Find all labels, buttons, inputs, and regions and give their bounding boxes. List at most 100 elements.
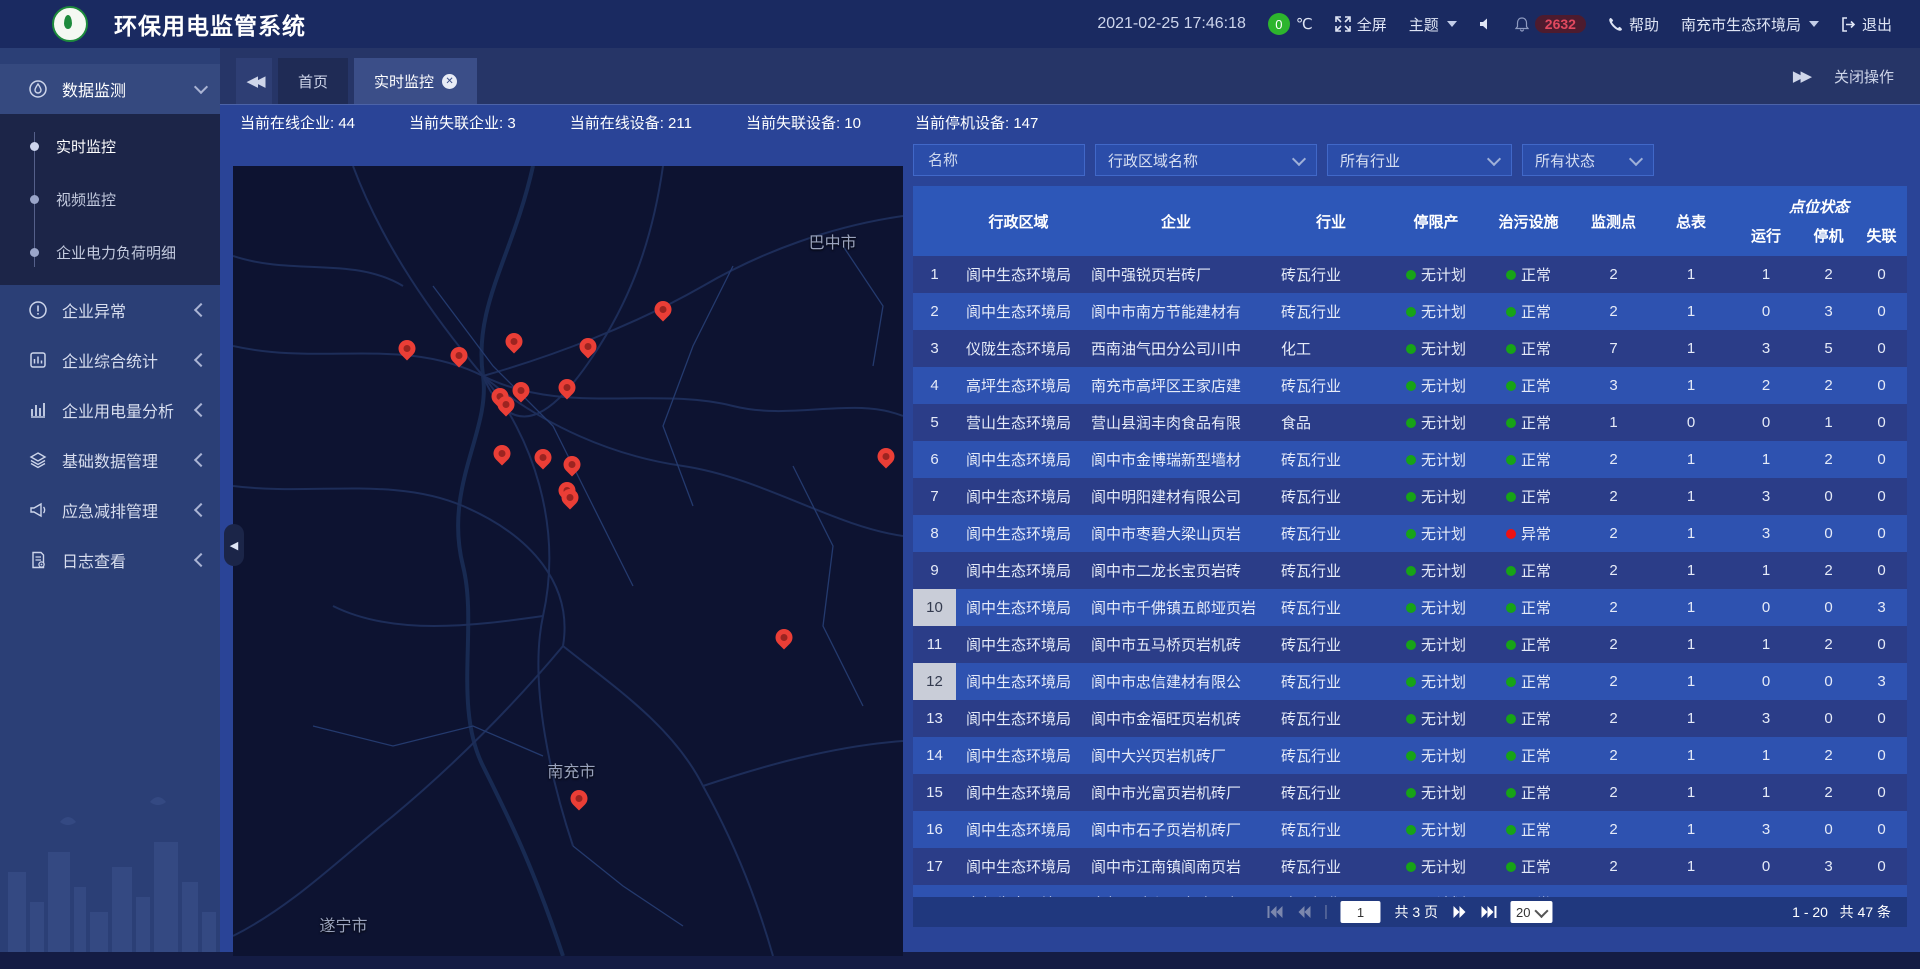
cell-industry: 砖瓦行业 [1271,782,1391,803]
table-row[interactable]: 18南部生态环境局南部县建兴页岩砖厂有砖瓦行业无计划正常21030 [913,885,1907,897]
region-filter-select[interactable]: 行政区域名称 [1095,144,1317,176]
table-row[interactable]: 7阆中生态环境局阆中明阳建材有限公司砖瓦行业无计划正常21300 [913,478,1907,515]
table-row[interactable]: 17阆中生态环境局阆中市江南镇阆南页岩砖瓦行业无计划正常21030 [913,848,1907,885]
first-page-button[interactable] [1267,906,1283,918]
help-button[interactable]: 帮助 [1608,14,1659,35]
table-row[interactable]: 1阆中生态环境局阆中强锐页岩砖厂砖瓦行业无计划正常21120 [913,256,1907,293]
submenu-item-实时监控[interactable]: 实时监控 [0,120,220,173]
table-row[interactable]: 10阆中生态环境局阆中市千佛镇五郎垭页岩砖瓦行业无计划正常21003 [913,589,1907,626]
page-number-input[interactable] [1340,901,1380,923]
map-pin-icon[interactable] [580,338,597,355]
cell-index: 3 [913,340,956,357]
map-pin-icon[interactable] [535,449,552,466]
table-row[interactable]: 2阆中生态环境局阆中市南方节能建材有砖瓦行业无计划正常21030 [913,293,1907,330]
table-row[interactable]: 9阆中生态环境局阆中市二龙长宝页岩砖砖瓦行业无计划正常21120 [913,552,1907,589]
map-collapse-button[interactable]: ◀ [224,524,244,566]
cell-region: 阆中生态环境局 [956,449,1081,470]
cell-index: 11 [913,636,956,653]
cell-running: 3 [1731,710,1801,727]
page-size-select[interactable]: 20 [1510,901,1552,923]
map-pin-icon[interactable] [562,489,579,506]
map-pin-icon[interactable] [451,347,468,364]
prev-page-button[interactable] [1297,906,1311,918]
cell-facility-status: 正常 [1481,264,1576,285]
tab-close-icon[interactable]: ✕ [442,74,457,89]
cell-region: 阆中生态环境局 [956,782,1081,803]
last-page-button[interactable] [1480,906,1496,918]
cell-total-meters: 1 [1651,377,1731,394]
fullscreen-button[interactable]: 全屏 [1335,14,1387,35]
theme-dropdown[interactable]: 主题 [1409,14,1457,35]
cell-stopped: 2 [1801,747,1856,764]
tab-scroll-right-button[interactable]: ▶▶ [1793,67,1808,85]
cell-industry: 砖瓦行业 [1271,856,1391,877]
temperature: 0 ℃ [1268,13,1313,35]
table-row[interactable]: 13阆中生态环境局阆中市金福旺页岩机砖砖瓦行业无计划正常21300 [913,700,1907,737]
cell-company: 阆中市金博瑞新型墙材 [1081,449,1271,470]
org-dropdown[interactable]: 南充市生态环境局 [1681,14,1819,35]
sidebar-menu: 数据监测 实时监控 视频监控 企业电力负荷明细 企业异常 企业综合统计 [0,48,220,585]
map-pin-icon[interactable] [494,445,511,462]
cell-monitor-points: 2 [1576,599,1651,616]
cell-running: 0 [1731,414,1801,431]
industry-filter-select[interactable]: 所有行业 [1327,144,1512,176]
map-city-label: 南充市 [547,758,595,782]
cell-index: 6 [913,451,956,468]
table-row[interactable]: 3仪陇生态环境局西南油气田分公司川中化工无计划正常71350 [913,330,1907,367]
table-row[interactable]: 15阆中生态环境局阆中市光富页岩机砖厂砖瓦行业无计划正常21120 [913,774,1907,811]
table-row[interactable]: 6阆中生态环境局阆中市金博瑞新型墙材砖瓦行业无计划正常21120 [913,441,1907,478]
map-pin-icon[interactable] [513,382,530,399]
sidebar-item-数据监测[interactable]: 数据监测 [0,64,220,114]
sidebar-item-企业用电量分析[interactable]: 企业用电量分析 [0,385,220,435]
map-pin-icon[interactable] [559,379,576,396]
alarm-indicator[interactable]: 2632 [1515,15,1586,33]
chevron-left-icon [194,503,208,517]
submenu-item-视频监控[interactable]: 视频监控 [0,173,220,226]
cell-disconnected: 0 [1856,377,1907,394]
table-row[interactable]: 5营山生态环境局营山县润丰肉食品有限食品无计划正常10010 [913,404,1907,441]
sidebar-item-企业异常[interactable]: 企业异常 [0,285,220,335]
map-pin-icon[interactable] [655,301,672,318]
sidebar-item-应急减排管理[interactable]: 应急减排管理 [0,485,220,535]
map-pin-icon[interactable] [564,456,581,473]
next-page-button[interactable] [1452,906,1466,918]
table-row[interactable]: 14阆中生态环境局阆中大兴页岩机砖厂砖瓦行业无计划正常21120 [913,737,1907,774]
map-pin-icon[interactable] [571,790,588,807]
table-row[interactable]: 11阆中生态环境局阆中市五马桥页岩机砖砖瓦行业无计划正常21120 [913,626,1907,663]
name-filter-input[interactable] [926,151,1072,170]
map-pin-icon[interactable] [776,629,793,646]
cell-disconnected: 0 [1856,562,1907,579]
map-panel[interactable]: 巴中市南充市遂宁市 ◀ [233,166,903,956]
cell-running: 0 [1731,303,1801,320]
cell-monitor-points: 1 [1576,414,1651,431]
map-pin-icon[interactable] [399,340,416,357]
map-city-label: 巴中市 [809,229,857,253]
name-filter-field[interactable] [913,144,1085,176]
table-row[interactable]: 16阆中生态环境局阆中市石子页岩机砖厂砖瓦行业无计划正常21300 [913,811,1907,848]
next-page-icon [1452,906,1466,918]
cell-stopped: 0 [1801,673,1856,690]
cell-limit-status: 无计划 [1391,301,1481,322]
sidebar-item-基础数据管理[interactable]: 基础数据管理 [0,435,220,485]
skyline-decoration [0,782,220,952]
sidebar-item-企业综合统计[interactable]: 企业综合统计 [0,335,220,385]
status-filter-select[interactable]: 所有状态 [1522,144,1654,176]
chevron-down-icon [1534,904,1548,918]
map-pin-icon[interactable] [506,333,523,350]
logout-button[interactable]: 退出 [1841,14,1892,35]
table-row[interactable]: 4高坪生态环境局南充市高坪区王家店建砖瓦行业无计划正常31220 [913,367,1907,404]
table-row[interactable]: 12阆中生态环境局阆中市忠信建材有限公砖瓦行业无计划正常21003 [913,663,1907,700]
tab-scroll-left-button[interactable]: ◀◀ [236,58,272,104]
stat-item: 当前停机设备: 147 [915,112,1038,133]
cell-disconnected: 0 [1856,303,1907,320]
cell-total-meters: 0 [1651,414,1731,431]
mute-button[interactable] [1479,17,1493,31]
map-pin-icon[interactable] [877,448,894,465]
table-row[interactable]: 8阆中生态环境局阆中市枣碧大梁山页岩砖瓦行业无计划异常21300 [913,515,1907,552]
sidebar-item-日志查看[interactable]: 日志查看 [0,535,220,585]
close-operations-button[interactable]: 关闭操作 [1834,66,1894,87]
bullet-icon [30,142,39,151]
tab-首页[interactable]: 首页 [278,58,348,104]
submenu-item-企业电力负荷明细[interactable]: 企业电力负荷明细 [0,226,220,279]
tab-实时监控[interactable]: 实时监控 ✕ [354,58,477,104]
